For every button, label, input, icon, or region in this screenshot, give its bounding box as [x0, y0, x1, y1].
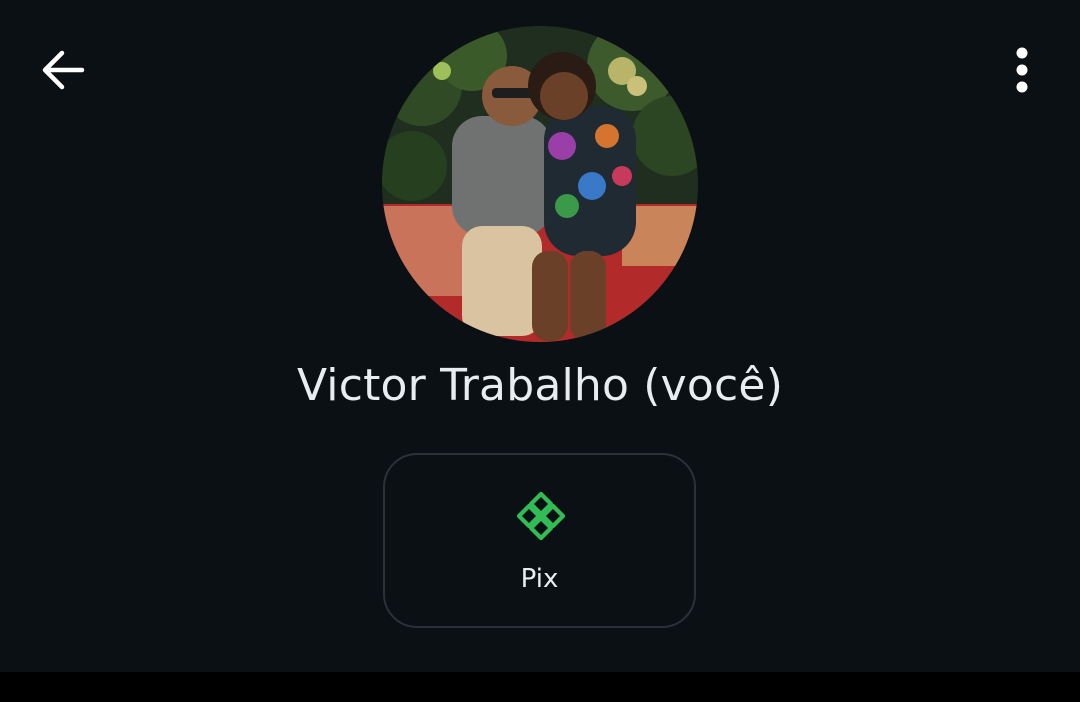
profile-photo: [382, 26, 698, 342]
avatar[interactable]: [382, 26, 698, 342]
more-vertical-icon: [1016, 47, 1028, 93]
pix-button[interactable]: Pix: [383, 453, 696, 628]
profile-name: Victor Trabalho (você): [296, 360, 784, 411]
profile-screen: Victor Trabalho (você) Pix: [0, 0, 1080, 672]
pix-label: Pix: [520, 564, 559, 594]
arrow-left-icon: [42, 50, 85, 90]
back-button[interactable]: [30, 40, 96, 100]
more-options-button[interactable]: [996, 40, 1048, 100]
pix-icon: [516, 491, 566, 541]
navigation-bar: [0, 672, 1080, 702]
